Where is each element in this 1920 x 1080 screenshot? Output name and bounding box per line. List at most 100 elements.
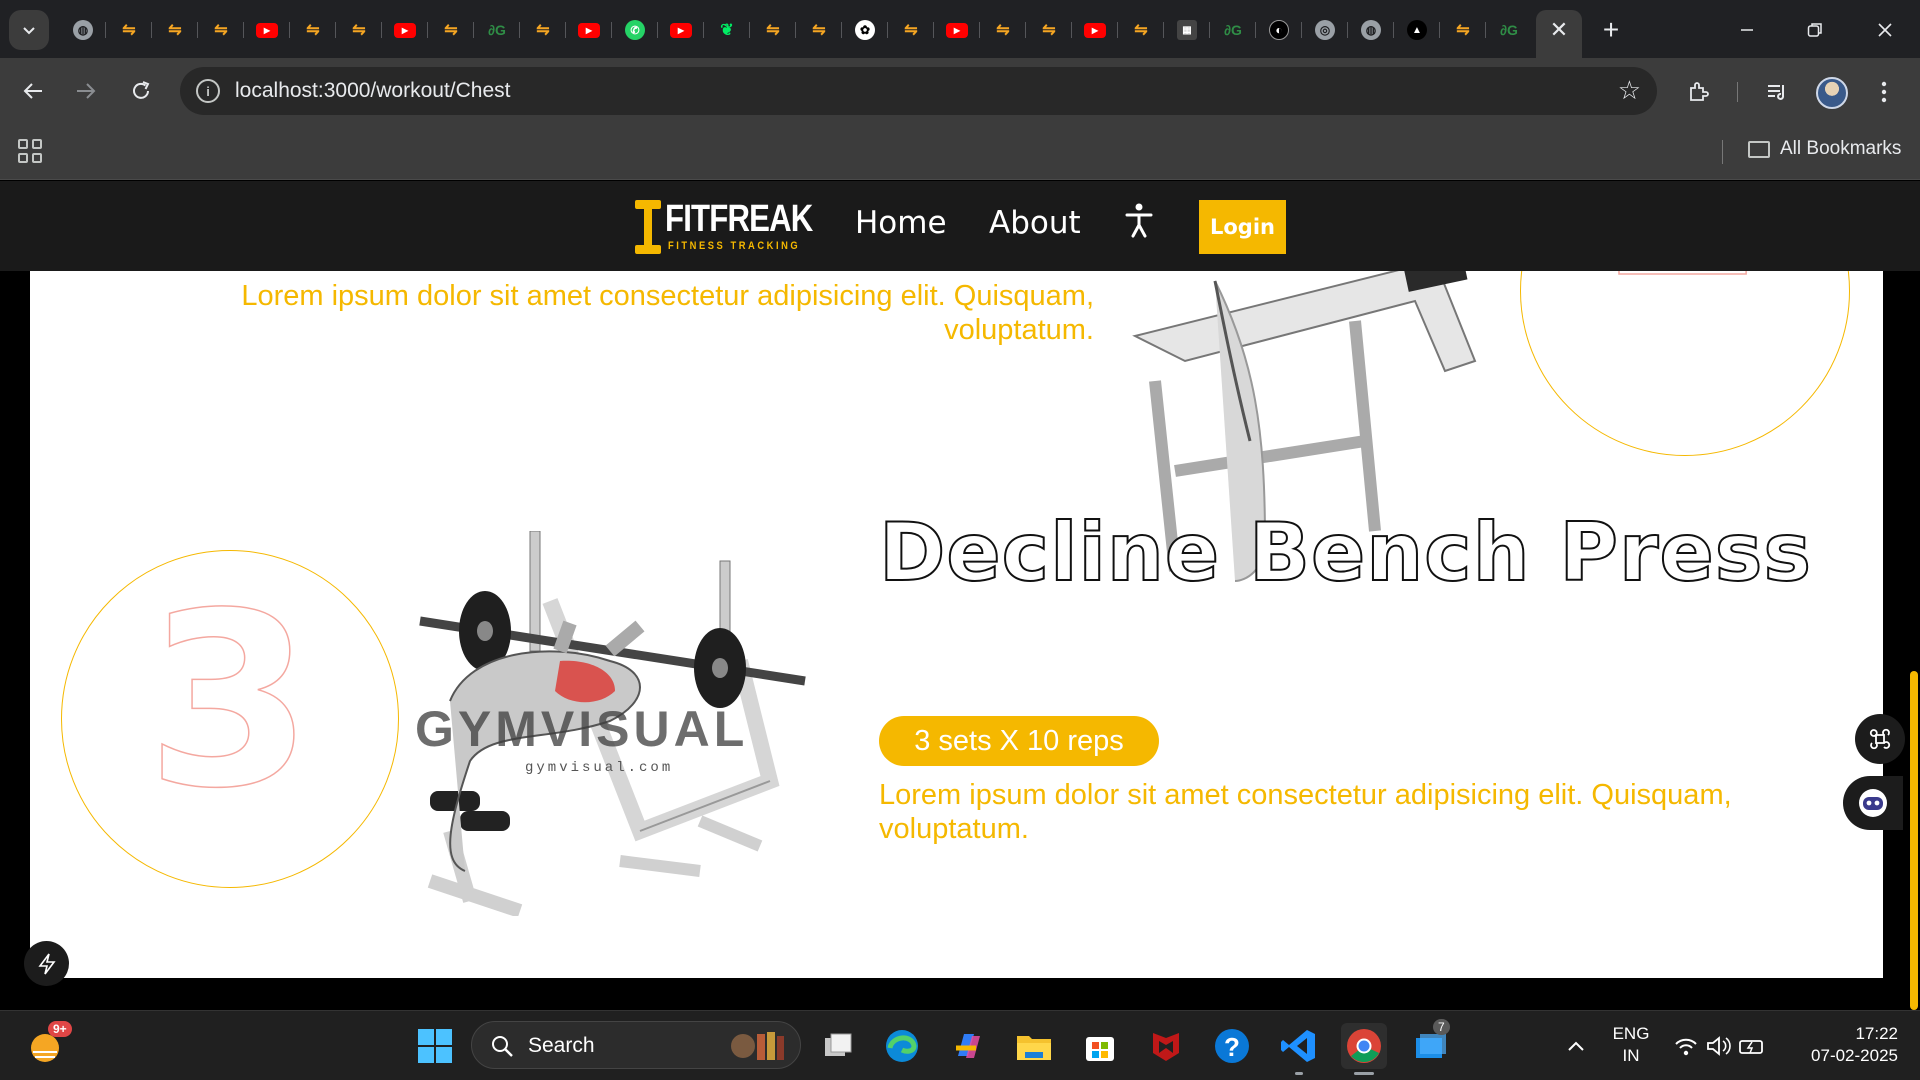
command-icon bbox=[1869, 728, 1891, 750]
chrome-app[interactable] bbox=[1341, 1023, 1387, 1075]
tab-bar: ◍ ⇋ ⇋ ⇋ ▶ ⇋ ⇋ ▶ ⇋ ∂G ⇋ ▶ ✆ ▶ ❦ ⇋ ⇋ ✿ ⇋ ▶ ⇋ ⇋ ▶ ⇋ ▦ ∂G ◐ ◎ ◍ ▲ ⇋ ∂G ✕ + bbox=[0, 0, 1920, 58]
browser-tab[interactable]: ◍ bbox=[1348, 10, 1394, 50]
fitfreak-logo[interactable]: FITFREAK FITNESS TRACKING bbox=[635, 198, 813, 256]
page-scrollbar[interactable] bbox=[1908, 181, 1920, 1010]
web-page-viewport: Lorem ipsum dolor sit amet consectetur a… bbox=[0, 181, 1920, 1010]
browser-tab[interactable]: ▶ bbox=[934, 10, 980, 50]
browser-tab[interactable]: ▶ bbox=[658, 10, 704, 50]
browser-tab[interactable]: ▶ bbox=[1072, 10, 1118, 50]
geek-favicon-icon: ⇋ bbox=[1456, 22, 1470, 39]
toolbar-divider bbox=[1737, 82, 1738, 102]
browser-tab[interactable]: ∂G bbox=[1210, 10, 1256, 50]
browser-tab[interactable]: ⇋ bbox=[1026, 10, 1072, 50]
nav-about-link[interactable]: About bbox=[989, 205, 1081, 241]
media-control-button[interactable] bbox=[1757, 72, 1797, 112]
browser-tab[interactable]: ⇋ bbox=[152, 10, 198, 50]
dev-tools-badge[interactable] bbox=[24, 941, 69, 986]
copilot-app[interactable] bbox=[945, 1023, 991, 1069]
accessibility-icon[interactable] bbox=[1124, 203, 1154, 239]
whatsapp-favicon-icon: ✆ bbox=[625, 20, 645, 40]
assistant-widget-button[interactable] bbox=[1843, 776, 1903, 830]
active-indicator bbox=[1354, 1072, 1374, 1075]
browser-tab[interactable]: ▶ bbox=[244, 10, 290, 50]
browser-tab[interactable]: ▲ bbox=[1394, 10, 1440, 50]
file-explorer-app[interactable] bbox=[1011, 1023, 1057, 1069]
scrollbar-thumb[interactable] bbox=[1910, 671, 1918, 1010]
restore-button[interactable] bbox=[1790, 10, 1840, 50]
login-button[interactable]: Login bbox=[1199, 200, 1286, 254]
logo-subtitle: FITNESS TRACKING bbox=[668, 240, 801, 252]
chatgpt-favicon-icon: ✿ bbox=[855, 20, 875, 40]
active-tab[interactable]: ✕ bbox=[1536, 10, 1582, 58]
mcafee-app[interactable] bbox=[1143, 1023, 1189, 1069]
all-bookmarks-button[interactable]: All Bookmarks bbox=[1748, 138, 1901, 160]
copilot-icon bbox=[956, 1034, 980, 1058]
leaf-favicon-icon: ❦ bbox=[720, 22, 734, 39]
url-text[interactable]: localhost:3000/workout/Chest bbox=[235, 79, 511, 103]
browser-tab[interactable]: ∂G bbox=[474, 10, 520, 50]
geek-favicon-icon: ⇋ bbox=[306, 22, 320, 39]
globe-favicon-icon: ◍ bbox=[73, 20, 93, 40]
new-tab-button[interactable]: + bbox=[1595, 14, 1627, 46]
forward-button[interactable] bbox=[66, 71, 106, 111]
browser-tab[interactable]: ⇋ bbox=[198, 10, 244, 50]
microsoft-store-app[interactable] bbox=[1077, 1023, 1123, 1069]
browser-tab[interactable]: ⇋ bbox=[520, 10, 566, 50]
windows-update-app[interactable]: 7 bbox=[1407, 1019, 1453, 1069]
browser-tab[interactable]: ⇋ bbox=[428, 10, 474, 50]
browser-tab[interactable]: ⇋ bbox=[1118, 10, 1164, 50]
reload-button[interactable] bbox=[121, 71, 161, 111]
browser-tab[interactable]: ⇋ bbox=[980, 10, 1026, 50]
get-help-app[interactable]: ? bbox=[1209, 1023, 1255, 1069]
browser-tab[interactable]: ❦ bbox=[704, 10, 750, 50]
logo-title: FITFREAK bbox=[665, 198, 813, 240]
minimize-button[interactable] bbox=[1722, 10, 1772, 50]
browser-tab[interactable]: ▦ bbox=[1164, 10, 1210, 50]
browser-tab[interactable]: ⇋ bbox=[888, 10, 934, 50]
close-window-button[interactable] bbox=[1860, 10, 1910, 50]
browser-tab[interactable]: ▶ bbox=[566, 10, 612, 50]
floating-menu-button[interactable] bbox=[1855, 714, 1905, 764]
apps-grid-icon[interactable] bbox=[18, 139, 42, 163]
language-indicator[interactable]: ENG IN bbox=[1608, 1023, 1654, 1067]
browser-tab[interactable]: ⇋ bbox=[750, 10, 796, 50]
menu-button[interactable] bbox=[1864, 72, 1904, 112]
browser-tab[interactable]: ✆ bbox=[612, 10, 658, 50]
browser-tab[interactable]: ⇋ bbox=[1440, 10, 1486, 50]
taskbar-search[interactable]: Search bbox=[471, 1021, 801, 1069]
browser-tab[interactable]: ⇋ bbox=[290, 10, 336, 50]
browser-tab[interactable]: ⇋ bbox=[796, 10, 842, 50]
quick-settings-button[interactable] bbox=[1672, 1023, 1770, 1069]
browser-tab[interactable]: ◍ bbox=[60, 10, 106, 50]
youtube-favicon-icon: ▶ bbox=[256, 22, 278, 38]
site-info-icon[interactable]: i bbox=[196, 79, 220, 103]
youtube-favicon-icon: ▶ bbox=[394, 22, 416, 38]
tab-search-button[interactable] bbox=[9, 10, 49, 50]
weather-widget[interactable]: 9+ bbox=[22, 1021, 72, 1069]
search-placeholder: Search bbox=[528, 1034, 595, 1057]
start-button[interactable] bbox=[412, 1023, 458, 1069]
task-view-button[interactable] bbox=[815, 1023, 861, 1069]
edge-app[interactable] bbox=[879, 1023, 925, 1069]
profile-avatar[interactable] bbox=[1816, 77, 1848, 109]
bookmark-star-icon[interactable]: ☆ bbox=[1618, 75, 1641, 106]
vscode-app[interactable] bbox=[1275, 1023, 1321, 1075]
nav-home-link[interactable]: Home bbox=[855, 205, 947, 241]
workout-content: Lorem ipsum dolor sit amet consectetur a… bbox=[30, 181, 1883, 978]
browser-tab[interactable]: ▶ bbox=[382, 10, 428, 50]
clock[interactable]: 17:22 07-02-2025 bbox=[1786, 1023, 1898, 1067]
close-tab-icon[interactable]: ✕ bbox=[1550, 17, 1568, 43]
browser-tab[interactable]: ◐ bbox=[1256, 10, 1302, 50]
browser-tab[interactable]: ∂G bbox=[1486, 10, 1532, 50]
show-hidden-icons-button[interactable] bbox=[1553, 1023, 1599, 1069]
browser-tab[interactable]: ⇋ bbox=[106, 10, 152, 50]
windows-taskbar: 9+ Search ? 7 ENG IN 17:22 07-02-2025 bbox=[0, 1010, 1920, 1080]
bookmarks-divider bbox=[1722, 140, 1723, 164]
browser-tab[interactable]: ✿ bbox=[842, 10, 888, 50]
address-bar[interactable]: i localhost:3000/workout/Chest ☆ bbox=[180, 67, 1657, 115]
geek-favicon-icon: ⇋ bbox=[168, 22, 182, 39]
extensions-button[interactable] bbox=[1679, 72, 1719, 112]
back-button[interactable] bbox=[13, 71, 53, 111]
browser-tab[interactable]: ⇋ bbox=[336, 10, 382, 50]
browser-tab[interactable]: ◎ bbox=[1302, 10, 1348, 50]
